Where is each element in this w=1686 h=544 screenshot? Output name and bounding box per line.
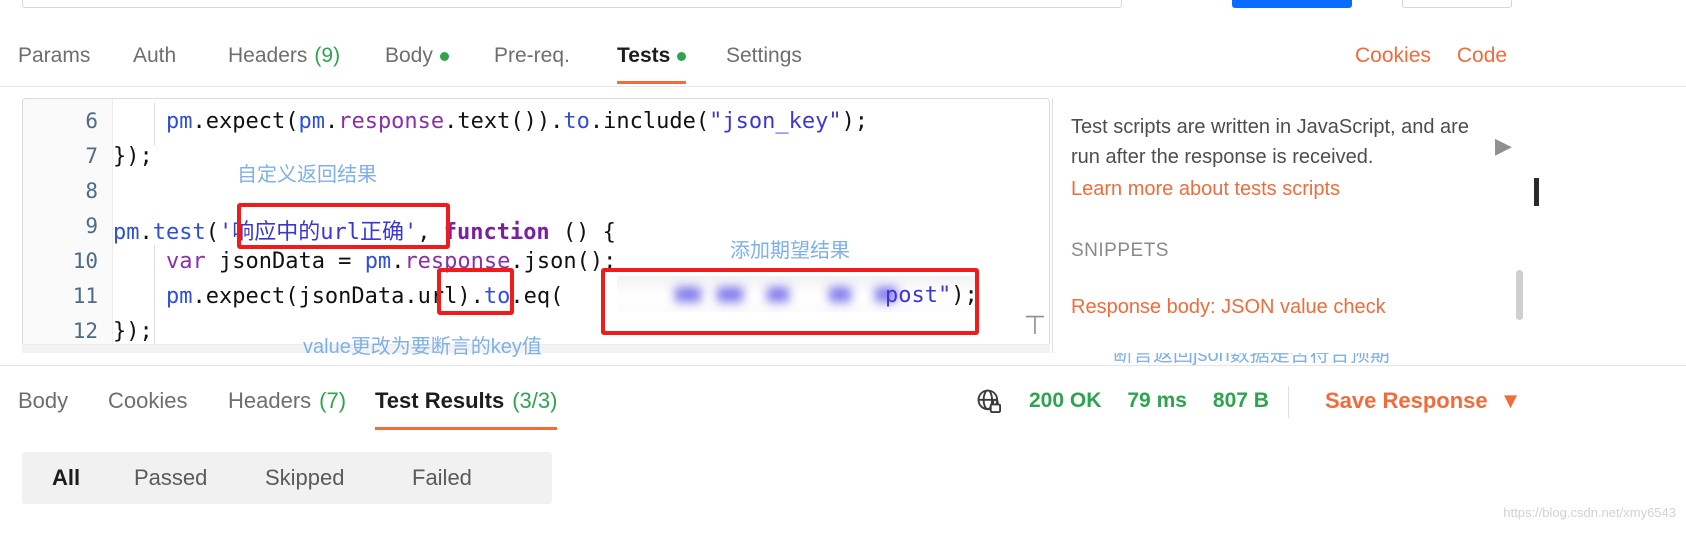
resp-tab-headers-count: (7) [319,388,347,413]
help-description: Test scripts are written in JavaScript, … [1071,116,1469,168]
request-tab-bar: Params Auth Headers (9) Body Pre-req. Te… [0,28,1686,86]
cookies-link[interactable]: Cookies [1355,44,1431,68]
tab-settings-label: Settings [726,44,802,67]
bottom-blank-area [0,504,1686,544]
watermark: https://blog.csdn.net/xmy6543 [1503,505,1676,520]
code-line-9: pm.test('响应中的url正确', function () { [113,220,616,245]
line-number: 10 [72,249,98,273]
tab-tests-label: Tests [617,44,671,67]
tests-help-panel: Test scripts are written in JavaScript, … [1052,98,1552,353]
resp-tab-test-results-label: Test Results [375,388,505,413]
tab-auth[interactable]: Auth [133,28,176,84]
code-line-11-tail: post"); [885,283,978,308]
globe-lock-icon [975,387,1003,415]
filter-tab-passed-label: Passed [134,465,208,490]
url-input[interactable] [22,0,1122,8]
resp-tab-cookies[interactable]: Cookies [108,372,187,430]
line-number: 8 [85,179,98,203]
save-request-button[interactable] [1402,0,1512,8]
send-button[interactable] [1232,0,1352,8]
window-edge-marker [1534,178,1539,206]
help-panel-scrollbar[interactable] [1516,270,1523,320]
learn-more-link[interactable]: Learn more about tests scripts [1071,178,1340,201]
status-divider [1288,386,1289,418]
resp-tab-test-results[interactable]: Test Results (3/3) [375,372,558,430]
resp-tab-test-results-underline [375,427,558,430]
tab-body[interactable]: Body [385,28,449,84]
filter-tab-failed[interactable]: Failed [412,452,472,504]
line-number: 12 [72,319,98,343]
tab-params[interactable]: Params [18,28,90,84]
line-number: 7 [85,144,98,168]
resp-tab-cookies-label: Cookies [108,388,188,413]
tab-headers-count: (9) [314,44,341,67]
code-link[interactable]: Code [1457,44,1507,68]
filter-tab-skipped-label: Skipped [265,465,345,490]
tab-tests-underline [617,81,687,84]
annotation-custom-return-result: 自定义返回结果 [237,164,377,186]
snippet-response-json-value-check[interactable]: Response body: JSON value check [1071,296,1386,319]
tab-headers-label: Headers [228,44,308,67]
tab-auth-label: Auth [133,44,177,67]
code-line-7: }); [113,144,153,169]
body-modified-dot-icon [439,51,449,61]
filter-tab-all-label: All [52,465,81,490]
response-tab-bar: Body Cookies Headers (7) Test Results (3… [0,372,1686,432]
tab-prerequest[interactable]: Pre-req. [494,28,570,84]
line-number: 9 [85,214,98,238]
snippets-label: SNIPPETS [1071,240,1169,261]
resp-tab-body[interactable]: Body [18,372,68,430]
filter-tab-failed-label: Failed [412,465,472,490]
save-response-button[interactable]: Save Response ▼ [1325,372,1521,430]
response-status-group: 200 OK 79 ms 807 B [975,372,1269,430]
postman-tests-panel: Params Auth Headers (9) Body Pre-req. Te… [0,0,1686,544]
resp-tab-test-results-count: (3/3) [512,388,558,413]
filter-tab-passed[interactable]: Passed [134,452,207,504]
code-line-6: pm.expect(pm.response.text()).to.include… [165,109,869,134]
code-line-10: var jsonData = pm.response.json(); [165,249,617,274]
tab-settings[interactable]: Settings [726,28,802,84]
header-links: Cookies Code [1355,28,1507,84]
test-result-filter-bar: All Passed Skipped Failed [22,452,552,504]
filter-tab-skipped[interactable]: Skipped [265,452,345,504]
annotation-value-change-key: value更改为要断言的key值 [303,336,542,358]
resp-tab-body-label: Body [18,388,69,413]
tests-modified-dot-icon [677,51,687,61]
save-response-label: Save Response [1325,388,1488,413]
caret-down-icon[interactable]: ▼ [1500,388,1522,414]
resp-tab-headers[interactable]: Headers (7) [228,372,346,430]
tab-headers[interactable]: Headers (9) [228,28,340,84]
top-strip [0,0,1686,12]
response-size: 807 B [1212,389,1269,412]
tab-params-label: Params [18,44,91,67]
editor-gutter: 6 7 8 9 10 11 12 [23,99,113,352]
editor-resize-handle[interactable]: ⊤ [1022,312,1048,342]
tab-bar-divider [0,86,1686,87]
filter-tab-all[interactable]: All [52,452,80,504]
line-number: 6 [85,109,98,133]
response-time: 79 ms [1127,389,1187,412]
tab-tests[interactable]: Tests [617,28,687,84]
chevron-right-icon[interactable]: ▶ [1495,133,1512,159]
response-divider [0,365,1686,366]
code-line-12: }); [113,319,153,344]
resp-tab-headers-label: Headers [228,388,312,413]
tab-body-label: Body [385,44,433,67]
code-line-11: pm.expect(jsonData.url).to.eq( [165,284,564,309]
tests-code-editor[interactable]: 6 7 8 9 10 11 12 pm.expect(pm.response.t… [22,98,1050,353]
line-number: 11 [72,284,98,308]
tab-prerequest-label: Pre-req. [494,44,570,67]
annotation-add-expected-result: 添加期望结果 [730,240,850,262]
status-code: 200 OK [1029,389,1102,412]
